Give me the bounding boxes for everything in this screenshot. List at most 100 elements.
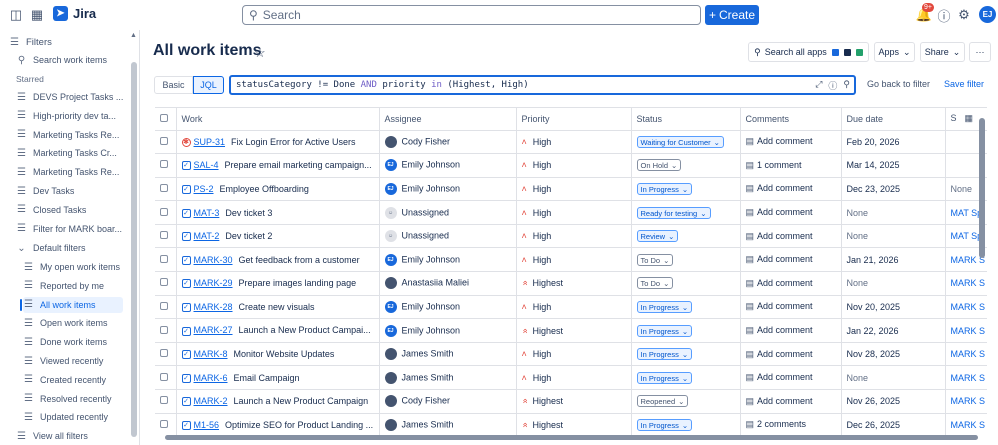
row-checkbox[interactable]: [160, 349, 168, 358]
work-item-summary[interactable]: Get feedback from a customer: [239, 255, 360, 265]
sprint-value[interactable]: None: [951, 184, 973, 194]
sprint-cell[interactable]: MARK S: [945, 271, 987, 296]
table-vertical-scrollbar[interactable]: [979, 118, 985, 258]
row-checkbox-cell[interactable]: [155, 318, 177, 343]
sidebar-item-starred-filter[interactable]: ☰ Marketing Tasks Cr...: [16, 145, 117, 161]
comments-label[interactable]: Add comment: [757, 183, 813, 193]
comments-label[interactable]: Add comment: [757, 396, 813, 406]
row-checkbox[interactable]: [160, 396, 168, 405]
due-date-cell[interactable]: Nov 20, 2025: [841, 295, 946, 320]
table-row[interactable]: ✓ MARK-27 Launch a New Product Campai... EJ…: [155, 318, 987, 343]
work-item-summary[interactable]: Launch a New Product Campai...: [239, 325, 371, 335]
user-avatar[interactable]: EJ: [979, 6, 996, 23]
status-cell[interactable]: In Progress ⌄: [631, 342, 741, 367]
sidebar-scrollbar[interactable]: [131, 62, 137, 437]
work-item-summary[interactable]: Prepare email marketing campaign...: [225, 160, 372, 170]
priority-cell[interactable]: ˄ High: [516, 295, 632, 320]
sprint-cell[interactable]: MARK S: [945, 318, 987, 343]
table-row[interactable]: ✓ MAT-2 Dev ticket 2 ☺ Unassigned ˄ High Review…: [155, 224, 987, 249]
table-row[interactable]: ✓ MARK-29 Prepare images landing page Anast…: [155, 271, 987, 296]
table-row[interactable]: ✓ M1-56 Optimize SEO for Product Landing .…: [155, 413, 987, 436]
due-date-cell[interactable]: Jan 21, 2026: [841, 247, 946, 273]
sprint-cell[interactable]: MARK S: [945, 389, 987, 414]
work-item-summary[interactable]: Launch a New Product Campaign: [234, 396, 369, 406]
comments-label[interactable]: Add comment: [757, 301, 813, 311]
global-search-input[interactable]: ⚲ Search: [242, 5, 701, 25]
column-header-status[interactable]: Status: [631, 108, 741, 131]
comments-cell[interactable]: ▤ Add comment: [740, 389, 842, 414]
row-checkbox-cell[interactable]: [155, 271, 177, 296]
assignee-cell[interactable]: EJ Emily Johnson: [379, 153, 517, 178]
comments-label[interactable]: Add comment: [757, 136, 813, 146]
comments-cell[interactable]: ▤ Add comment: [740, 177, 842, 202]
comments-cell[interactable]: ▤ Add comment: [740, 224, 842, 249]
row-checkbox[interactable]: [160, 419, 168, 428]
create-button[interactable]: + Create: [705, 5, 759, 25]
table-row[interactable]: ✓ MARK-6 Email Campaign James Smith ˄ High In …: [155, 365, 987, 391]
status-dropdown[interactable]: In Progress ⌄: [636, 418, 693, 431]
row-checkbox-cell[interactable]: [155, 365, 177, 391]
comments-cell[interactable]: ▤ 1 comment: [740, 153, 842, 178]
assignee-cell[interactable]: James Smith: [379, 413, 517, 436]
expand-icon[interactable]: ⤢: [815, 79, 822, 92]
status-cell[interactable]: Waiting for Customer ⌄: [631, 130, 741, 155]
search-icon[interactable]: ⚲: [843, 79, 850, 92]
comments-cell[interactable]: ▤ Add comment: [740, 365, 842, 391]
status-dropdown[interactable]: Review ⌄: [636, 230, 679, 243]
work-item-summary[interactable]: Prepare images landing page: [239, 278, 357, 288]
work-item-key-link[interactable]: MARK-30: [194, 255, 233, 265]
work-item-key-link[interactable]: MARK-2: [194, 396, 228, 406]
sidebar-item-starred-filter[interactable]: ☰ High-priority dev ta...: [16, 108, 116, 124]
row-checkbox[interactable]: [160, 325, 168, 334]
sprint-cell[interactable]: MARK S: [945, 413, 987, 436]
assignee-cell[interactable]: Cody Fisher: [379, 130, 517, 155]
column-settings-icon[interactable]: ▦: [965, 113, 974, 123]
apps-button[interactable]: Apps ⌄: [874, 42, 915, 62]
sidebar-item-default-filter[interactable]: ☰ Created recently: [23, 372, 123, 388]
comments-label[interactable]: Add comment: [757, 231, 813, 241]
row-checkbox-cell[interactable]: [155, 200, 177, 225]
priority-cell[interactable]: » Highest: [516, 389, 632, 414]
priority-cell[interactable]: » Highest: [516, 413, 632, 436]
row-checkbox[interactable]: [160, 160, 168, 169]
priority-cell[interactable]: » Highest: [516, 271, 632, 296]
more-actions-button[interactable]: ···: [969, 42, 991, 62]
status-cell[interactable]: To Do ⌄: [631, 271, 741, 296]
sidebar-item-default-filter[interactable]: ☰ My open work items: [23, 259, 123, 275]
status-cell[interactable]: Reopened ⌄: [631, 389, 741, 414]
status-dropdown[interactable]: On Hold ⌄: [636, 159, 682, 172]
status-dropdown[interactable]: In Progress ⌄: [636, 371, 693, 384]
sidebar-item-default-filter[interactable]: ☰ Viewed recently: [23, 353, 123, 369]
row-checkbox-cell[interactable]: [155, 177, 177, 202]
assignee-cell[interactable]: James Smith: [379, 342, 517, 367]
help-icon[interactable]: ⓘ: [936, 7, 952, 24]
work-item-key-link[interactable]: SAL-4: [194, 160, 219, 170]
work-item-key-link[interactable]: PS-2: [194, 184, 214, 194]
comments-label[interactable]: Add comment: [757, 349, 813, 359]
status-cell[interactable]: Review ⌄: [631, 224, 741, 249]
work-item-key-link[interactable]: MAT-3: [194, 208, 220, 218]
column-header-due-date[interactable]: Due date: [841, 108, 946, 131]
work-item-key-link[interactable]: MARK-8: [194, 349, 228, 359]
search-all-apps-button[interactable]: ⚲ Search all apps: [748, 42, 869, 62]
row-checkbox[interactable]: [160, 136, 168, 145]
priority-cell[interactable]: ˄ High: [516, 342, 632, 367]
select-all-checkbox[interactable]: [160, 113, 168, 122]
work-item-summary[interactable]: Monitor Website Updates: [234, 349, 335, 359]
sprint-value[interactable]: MARK S: [951, 302, 986, 312]
assignee-cell[interactable]: EJ Emily Johnson: [379, 295, 517, 320]
sprint-cell[interactable]: MARK S: [945, 342, 987, 367]
work-item-summary[interactable]: Dev ticket 3: [225, 208, 272, 218]
settings-gear-icon[interactable]: ⚙: [956, 7, 972, 23]
column-header-comments[interactable]: Comments: [740, 108, 842, 131]
sprint-value[interactable]: MARK S: [951, 326, 986, 336]
due-date-cell[interactable]: None: [841, 365, 946, 391]
jira-logo[interactable]: ➤ Jira: [53, 6, 96, 21]
status-dropdown[interactable]: To Do ⌄: [636, 253, 674, 266]
work-item-key-link[interactable]: MARK-27: [194, 325, 233, 335]
table-row[interactable]: ✓ MARK-8 Monitor Website Updates James Smit…: [155, 342, 987, 367]
due-date-cell[interactable]: Mar 14, 2025: [841, 153, 946, 178]
row-checkbox[interactable]: [160, 207, 168, 216]
assignee-cell[interactable]: Anastasiia Maliei: [379, 271, 517, 296]
comments-cell[interactable]: ▤ Add comment: [740, 342, 842, 367]
